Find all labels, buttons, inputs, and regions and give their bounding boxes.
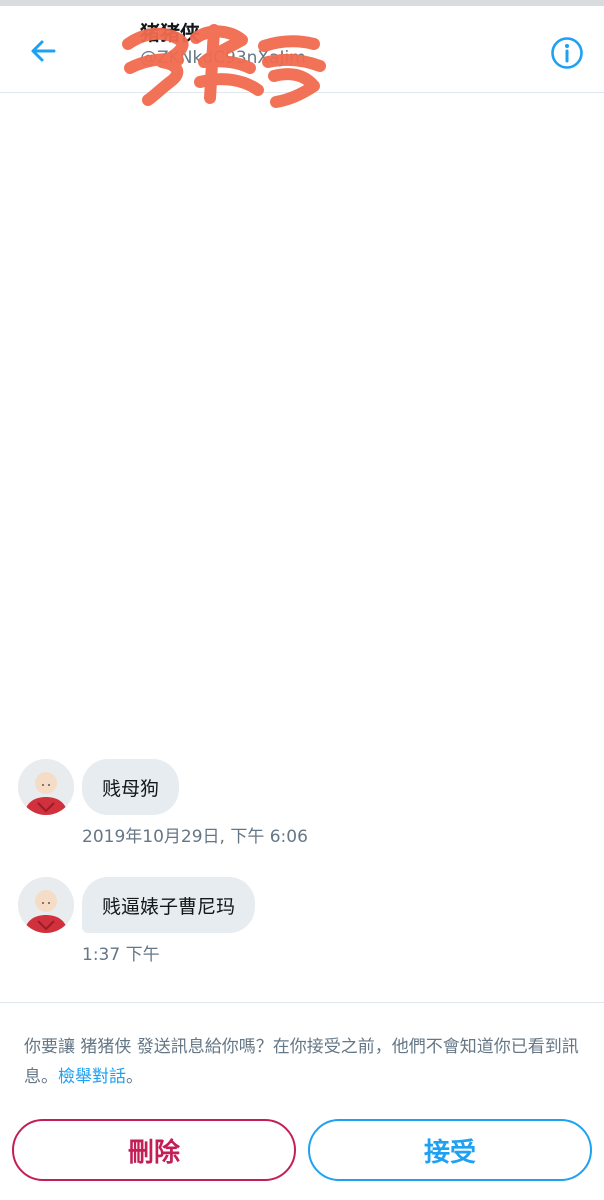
back-button[interactable] — [22, 30, 64, 72]
message-bubble[interactable]: 贱母狗 — [82, 759, 180, 815]
message-timestamp: 1:37 下午 — [82, 945, 160, 965]
avatar-image — [18, 759, 74, 815]
message-text: 贱逼婊子曹尼玛 — [102, 895, 236, 918]
message-text: 贱母狗 — [102, 777, 160, 800]
accept-button[interactable]: 接受 — [308, 1119, 592, 1181]
divider — [0, 1002, 604, 1003]
avatar-image — [18, 877, 74, 933]
redaction-scribble — [122, 24, 326, 108]
info-circle-icon — [551, 37, 583, 69]
message-request-prompt: 你要讓 猪猪侠 發送訊息給你嗎？在你接受之前，他們不會知道你已看到訊息。檢舉對話… — [24, 1032, 584, 1092]
delete-button[interactable]: 刪除 — [12, 1119, 296, 1181]
message-timestamp: 2019年10月29日, 下午 6:06 — [82, 827, 308, 847]
avatar[interactable] — [18, 759, 74, 815]
conversation-info-button[interactable] — [546, 32, 588, 74]
avatar[interactable] — [18, 877, 74, 933]
dm-request-screen: 猪猪侠 @ZKNkdC93nXaJim 贱母狗 2019年10月29日, 下午 … — [0, 0, 604, 1200]
report-conversation-link[interactable]: 檢舉對話 — [58, 1067, 126, 1087]
message-bubble[interactable]: 贱逼婊子曹尼玛 — [82, 877, 256, 933]
conversation-header: 猪猪侠 @ZKNkdC93nXaJim — [0, 6, 604, 108]
arrow-left-icon — [31, 40, 56, 62]
prompt-suffix: 。 — [126, 1067, 143, 1087]
